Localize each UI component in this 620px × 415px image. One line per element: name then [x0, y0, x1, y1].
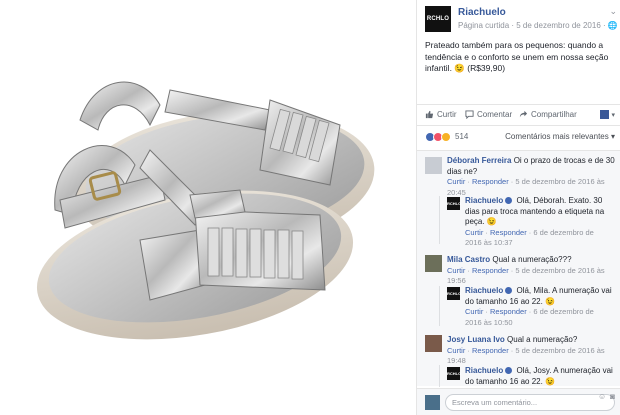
comment-actions: Curtir · Responder · 5 de dezembro de 20…	[447, 345, 605, 366]
reply-like-link[interactable]: Curtir	[465, 228, 483, 237]
comment-time-cont[interactable]: 19:48	[447, 356, 466, 365]
share-as-page-selector[interactable]: ▾	[600, 110, 615, 119]
comment-time-cont[interactable]: 20:45	[447, 188, 466, 197]
comment-text: Qual a numeração???	[492, 255, 572, 264]
reply-thread-line	[439, 286, 440, 326]
reactions-summary: 514 Comentários mais relevantes ▾	[425, 131, 615, 145]
emoji-icon[interactable]: ☺	[598, 392, 606, 401]
dropdown-caret-icon: ▾	[611, 111, 615, 119]
reply-time-cont[interactable]: 2016 às 10:37	[465, 238, 513, 247]
reply-time[interactable]: 6 de dezembro de	[533, 307, 593, 316]
comment-reply-link[interactable]: Responder	[472, 177, 509, 186]
verified-badge-icon	[505, 367, 513, 375]
reply-like-link[interactable]: Curtir	[465, 307, 483, 316]
comment-time[interactable]: 5 de dezembro de 2016 às	[515, 177, 604, 186]
commenter-avatar[interactable]	[425, 255, 442, 272]
reply-reply-link[interactable]: Responder	[490, 307, 527, 316]
comment-like-link[interactable]: Curtir	[447, 177, 465, 186]
reply-item: Riachuelo Olá, Josy. A numeração vai do …	[465, 366, 615, 387]
comment-actions: Curtir · Responder · 5 de dezembro de 20…	[447, 265, 605, 286]
comments-list: Déborah Ferreira Oi o prazo de trocas e …	[417, 150, 620, 387]
reply-thread-line	[439, 196, 440, 244]
commenter-name[interactable]: Mila Castro	[447, 255, 490, 264]
reply-avatar[interactable]: RCHLO	[447, 287, 461, 300]
comment-like-link[interactable]: Curtir	[447, 266, 465, 275]
chevron-down-icon[interactable]: ⌄	[609, 6, 617, 17]
comment-reply-link[interactable]: Responder	[472, 266, 509, 275]
verified-badge-icon	[505, 287, 513, 295]
comment-actions: Curtir · Responder · 5 de dezembro de 20…	[447, 177, 605, 197]
reply-reply-link[interactable]: Responder	[490, 228, 527, 237]
comment-reply-link[interactable]: Responder	[472, 346, 509, 355]
reaction-count[interactable]: 514	[455, 132, 468, 141]
reply-item: Riachuelo Olá, Déborah. Exato. 30 dias p…	[465, 196, 615, 249]
like-button[interactable]: Curtir	[425, 110, 457, 119]
current-user-avatar	[425, 395, 440, 410]
commenter-name[interactable]: Josy Luana Ivo	[447, 335, 505, 344]
reply-actions: Curtir · Responder · 6 de dezembro de 20…	[465, 307, 594, 327]
share-label: Compartilhar	[531, 110, 577, 119]
post-header: RCHLO Riachuelo Página curtida · 5 de de…	[425, 6, 620, 34]
reaction-icons[interactable]	[425, 132, 451, 142]
comment-text: Qual a numeração?	[507, 335, 578, 344]
wow-reaction-icon	[441, 132, 451, 142]
replier-name[interactable]: Riachuelo	[465, 196, 503, 205]
share-icon	[519, 110, 528, 118]
like-label: Curtir	[437, 110, 457, 119]
page-avatar-small-icon	[600, 110, 610, 119]
comment-icon	[465, 110, 474, 119]
page-name-link[interactable]: Riachuelo	[458, 7, 506, 18]
post-photo[interactable]	[0, 0, 416, 415]
commenter-avatar[interactable]	[425, 335, 442, 352]
comment-time[interactable]: 5 de dezembro de 2016 às	[515, 266, 604, 275]
camera-icon[interactable]: ◙	[610, 392, 615, 401]
page-logo-avatar[interactable]: RCHLO	[425, 6, 451, 32]
reply-item: Riachuelo Olá, Mila. A numeração vai do …	[465, 286, 615, 328]
post-meta: Página curtida · 5 de dezembro de 2016 ·…	[458, 21, 618, 30]
comment-input[interactable]: Escreva um comentário...	[445, 394, 615, 411]
comment-time-cont[interactable]: 19:56	[447, 276, 466, 285]
comment-button[interactable]: Comentar	[465, 110, 512, 119]
commenter-name[interactable]: Déborah Ferreira	[447, 156, 511, 165]
comment-composer: Escreva um comentário... ☺ ◙	[417, 388, 620, 415]
commenter-avatar[interactable]	[425, 157, 442, 174]
thumbs-up-icon	[425, 110, 434, 119]
comment-item: Josy Luana Ivo Qual a numeração? Curtir …	[447, 335, 615, 367]
reply-actions: Curtir · Responder · 6 de dezembro de 20…	[465, 227, 594, 248]
replier-name[interactable]: Riachuelo	[465, 366, 503, 375]
comment-item: Déborah Ferreira Oi o prazo de trocas e …	[447, 156, 615, 198]
post-text: Prateado também para os pequenos: quando…	[425, 40, 609, 73]
reply-avatar[interactable]: RCHLO	[447, 197, 461, 210]
comment-time[interactable]: 5 de dezembro de 2016 às	[515, 346, 604, 355]
post-side-panel: RCHLO Riachuelo Página curtida · 5 de de…	[416, 0, 620, 415]
reply-time-cont[interactable]: 2016 às 10:50	[465, 318, 513, 327]
reply-time[interactable]: 6 de dezembro de	[533, 228, 593, 237]
reply-avatar[interactable]: RCHLO	[447, 367, 461, 380]
replier-name[interactable]: Riachuelo	[465, 286, 503, 295]
facebook-photo-viewer: RCHLO Riachuelo Página curtida · 5 de de…	[0, 0, 620, 415]
share-button[interactable]: Compartilhar	[519, 110, 577, 119]
post-actions-bar: Curtir Comentar Compartilhar ▾	[417, 104, 620, 126]
comment-item: Mila Castro Qual a numeração??? Curtir ·…	[447, 255, 615, 287]
reply-thread-line	[439, 365, 440, 387]
verified-badge-icon	[505, 197, 513, 205]
sandals-image	[36, 81, 375, 340]
comment-label: Comentar	[477, 110, 513, 119]
comment-sort-dropdown[interactable]: Comentários mais relevantes ▾	[505, 132, 615, 141]
composer-icons: ☺ ◙	[598, 392, 615, 401]
comment-like-link[interactable]: Curtir	[447, 346, 465, 355]
